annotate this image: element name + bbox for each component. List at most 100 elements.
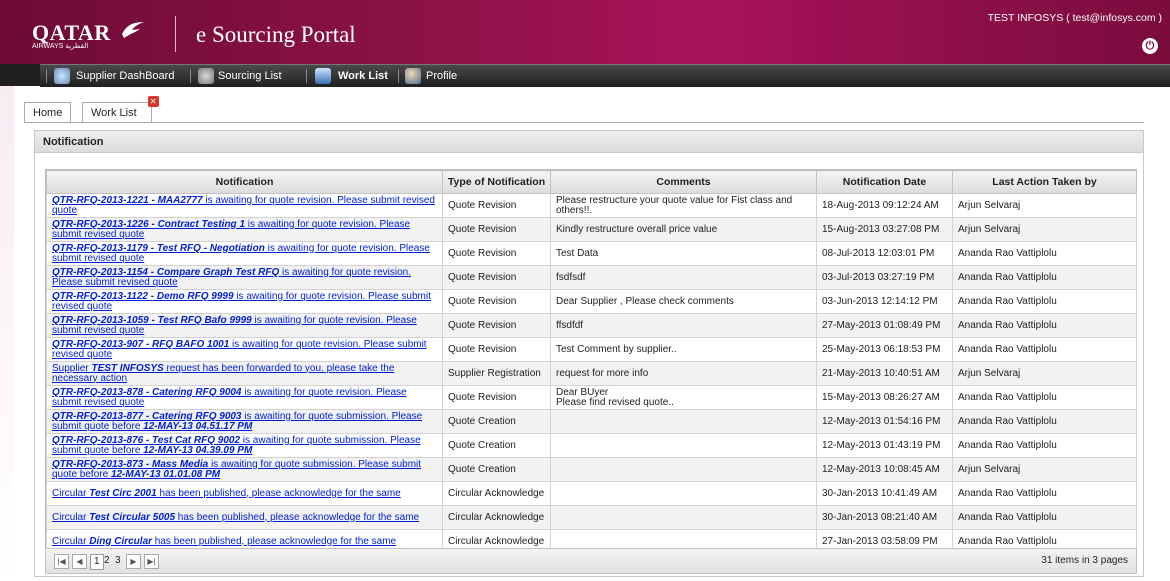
header-divider: [175, 16, 176, 52]
prev-page-button[interactable]: ◀: [72, 554, 87, 569]
main-nav: Supplier DashBoard Sourcing List Work Li…: [40, 64, 1170, 87]
first-page-button[interactable]: |◀: [54, 554, 69, 569]
type-cell: Quote Revision: [442, 313, 551, 338]
notification-cell: QTR-RFQ-2013-1059 - Test RFQ Bafo 9999 i…: [46, 313, 443, 338]
notification-link[interactable]: Circular Ding Circular has been publishe…: [52, 536, 396, 547]
last-action-cell: Arjun Selvaraj: [952, 217, 1137, 242]
table-row[interactable]: QTR-RFQ-2013-907 - RFQ BAFO 1001 is awai…: [46, 337, 1137, 362]
date-cell: 12-May-2013 01:54:16 PM: [816, 409, 953, 434]
column-header-type[interactable]: Type of Notification: [442, 170, 551, 194]
user-info: TEST INFOSYS ( test@infosys.com ): [987, 12, 1162, 24]
date-cell: 21-May-2013 10:40:51 AM: [816, 361, 953, 386]
table-row[interactable]: Circular Test Circular 5005 has been pub…: [46, 505, 1137, 530]
notification-link[interactable]: QTR-RFQ-2013-877 - Catering RFQ 9003 is …: [52, 411, 422, 432]
notification-link[interactable]: QTR-RFQ-2013-1122 - Demo RFQ 9999 is awa…: [52, 291, 431, 312]
date-cell: 30-Jan-2013 10:41:49 AM: [816, 481, 953, 506]
table-row[interactable]: QTR-RFQ-2013-1154 - Compare Graph Test R…: [46, 265, 1137, 290]
table-row[interactable]: Supplier TEST INFOSYS request has been f…: [46, 361, 1137, 386]
type-cell: Quote Revision: [442, 265, 551, 290]
notification-prefix: Circular: [52, 535, 90, 547]
notification-message: has been published, please acknowledge f…: [156, 487, 401, 499]
logout-power-icon[interactable]: ⏻: [1142, 38, 1158, 54]
comments-cell: [550, 409, 817, 434]
nav-sourcing-list[interactable]: Sourcing List: [218, 65, 282, 87]
notification-subject: Test Circ 2001: [89, 487, 157, 499]
notification-link[interactable]: QTR-RFQ-2013-1154 - Compare Graph Test R…: [52, 267, 411, 288]
column-header-last-action[interactable]: Last Action Taken by: [952, 170, 1137, 194]
comments-cell: Please restructure your quote value for …: [550, 193, 817, 218]
notification-link[interactable]: Supplier TEST INFOSYS request has been f…: [52, 363, 394, 384]
notification-link[interactable]: Circular Test Circular 5005 has been pub…: [52, 512, 419, 523]
table-row[interactable]: QTR-RFQ-2013-1179 - Test RFQ - Negotiati…: [46, 241, 1137, 266]
table-row[interactable]: QTR-RFQ-2013-876 - Test Cat RFQ 9002 is …: [46, 433, 1137, 458]
last-page-button[interactable]: ▶|: [144, 554, 159, 569]
notification-prefix: Circular: [52, 487, 90, 499]
notification-link[interactable]: QTR-RFQ-2013-873 - Mass Media is awaitin…: [52, 459, 421, 480]
type-cell: Circular Acknowledge: [442, 481, 551, 506]
comments-cell: [550, 481, 817, 506]
notification-link[interactable]: QTR-RFQ-2013-876 - Test Cat RFQ 9002 is …: [52, 435, 421, 456]
tab-home-label: Home: [33, 107, 63, 119]
notification-link[interactable]: QTR-RFQ-2013-907 - RFQ BAFO 1001 is awai…: [52, 339, 427, 360]
tab-home[interactable]: Home: [24, 102, 72, 123]
pager-info: 31 items in 3 pages: [1041, 555, 1128, 566]
last-action-cell: Arjun Selvaraj: [952, 193, 1137, 218]
notification-cell: Circular Test Circ 2001 has been publish…: [46, 481, 443, 506]
notification-grid: Notification Type of Notification Commen…: [45, 169, 1137, 555]
background-decoration: [0, 86, 14, 581]
last-action-cell: Ananda Rao Vattiplolu: [952, 505, 1137, 530]
comments-cell: Test Data: [550, 241, 817, 266]
nav-profile[interactable]: Profile: [426, 65, 457, 87]
notification-link[interactable]: QTR-RFQ-2013-878 - Catering RFQ 9004 is …: [52, 387, 407, 408]
app-header: QATAR AIRWAYS القطرية e Sourcing Portal …: [0, 0, 1170, 64]
page-3-button[interactable]: 3: [115, 554, 121, 568]
page-2-button[interactable]: 2: [104, 554, 110, 568]
date-cell: 30-Jan-2013 08:21:40 AM: [816, 505, 953, 530]
notification-cell: QTR-RFQ-2013-907 - RFQ BAFO 1001 is awai…: [46, 337, 443, 362]
work-list-icon: [315, 68, 331, 84]
notification-link[interactable]: QTR-RFQ-2013-1179 - Test RFQ - Negotiati…: [52, 243, 430, 264]
table-row[interactable]: QTR-RFQ-2013-1221 - MAA2777 is awaiting …: [46, 193, 1137, 218]
notification-table: Notification Type of Notification Commen…: [46, 170, 1137, 554]
last-action-cell: Ananda Rao Vattiplolu: [952, 265, 1137, 290]
notification-prefix: Circular: [52, 511, 90, 523]
notification-cell: QTR-RFQ-2013-1226 - Contract Testing 1 i…: [46, 217, 443, 242]
table-row[interactable]: QTR-RFQ-2013-873 - Mass Media is awaitin…: [46, 457, 1137, 482]
next-page-button[interactable]: ▶: [126, 554, 141, 569]
notification-link[interactable]: QTR-RFQ-2013-1221 - MAA2777 is awaiting …: [52, 195, 435, 216]
notification-message: has been published, please acknowledge f…: [175, 511, 420, 523]
comments-cell: Dear BUyer Please find revised quote..: [550, 385, 817, 410]
table-row[interactable]: Circular Test Circ 2001 has been publish…: [46, 481, 1137, 506]
type-cell: Quote Creation: [442, 433, 551, 458]
column-header-date[interactable]: Notification Date: [816, 170, 953, 194]
nav-supplier-dashboard[interactable]: Supplier DashBoard: [76, 65, 174, 87]
notification-link[interactable]: QTR-RFQ-2013-1226 - Contract Testing 1 i…: [52, 219, 410, 240]
table-row[interactable]: QTR-RFQ-2013-877 - Catering RFQ 9003 is …: [46, 409, 1137, 434]
table-row[interactable]: QTR-RFQ-2013-1059 - Test RFQ Bafo 9999 i…: [46, 313, 1137, 338]
comments-cell: Kindly restructure overall price value: [550, 217, 817, 242]
date-cell: 25-May-2013 06:18:53 PM: [816, 337, 953, 362]
date-cell: 08-Jul-2013 12:03:01 PM: [816, 241, 953, 266]
notification-link[interactable]: QTR-RFQ-2013-1059 - Test RFQ Bafo 9999 i…: [52, 315, 417, 336]
type-cell: Quote Revision: [442, 193, 551, 218]
notification-cell: QTR-RFQ-2013-873 - Mass Media is awaitin…: [46, 457, 443, 482]
type-cell: Quote Creation: [442, 457, 551, 482]
table-row[interactable]: QTR-RFQ-2013-1122 - Demo RFQ 9999 is awa…: [46, 289, 1137, 314]
type-cell: Quote Revision: [442, 337, 551, 362]
type-cell: Circular Acknowledge: [442, 505, 551, 530]
nav-work-list[interactable]: Work List: [338, 65, 388, 87]
notification-subject: Test Circular 5005: [89, 511, 176, 523]
column-header-notification[interactable]: Notification: [46, 170, 443, 194]
comments-cell: request for more info: [550, 361, 817, 386]
notification-message: has been published, please acknowledge f…: [152, 535, 397, 547]
tab-close-icon[interactable]: ✕: [147, 96, 159, 107]
tab-work-list[interactable]: Work List ✕: [82, 96, 159, 123]
panel-title: Notification: [35, 131, 1143, 153]
type-cell: Quote Revision: [442, 241, 551, 266]
table-row[interactable]: QTR-RFQ-2013-878 - Catering RFQ 9004 is …: [46, 385, 1137, 410]
column-header-comments[interactable]: Comments: [550, 170, 817, 194]
date-cell: 27-May-2013 01:08:49 PM: [816, 313, 953, 338]
page-1-button[interactable]: 1: [90, 554, 104, 570]
notification-link[interactable]: Circular Test Circ 2001 has been publish…: [52, 488, 401, 499]
table-row[interactable]: QTR-RFQ-2013-1226 - Contract Testing 1 i…: [46, 217, 1137, 242]
